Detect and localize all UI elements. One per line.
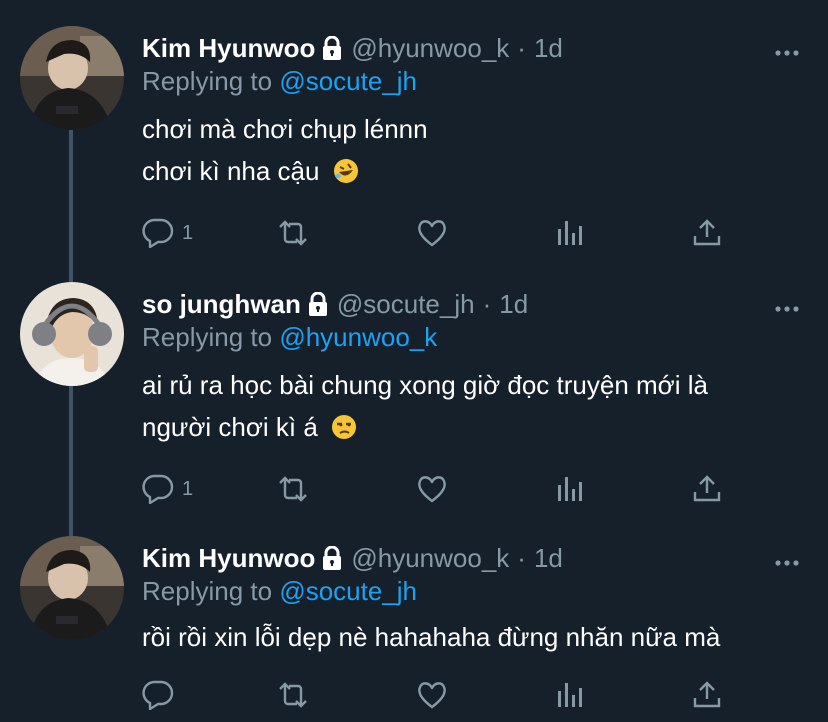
retweet-icon [276,681,310,709]
author-handle[interactable]: @hyunwoo_k [351,33,509,64]
like-button[interactable] [416,678,448,712]
unamused-face-emoji-icon [331,414,357,447]
tweet-actions: 1 [142,216,742,250]
avatar[interactable] [20,282,124,386]
share-icon [692,474,722,504]
analytics-button[interactable] [556,678,584,712]
share-icon [692,218,722,248]
more-icon[interactable] [774,300,800,312]
analytics-button[interactable] [556,472,584,506]
replying-to: Replying to @hyunwoo_k [142,322,437,353]
more-icon[interactable] [774,44,800,56]
tweet-text-line: người chơi kì á [142,412,357,447]
reply-count: 1 [182,221,194,244]
replying-to-label: Replying to [142,576,273,606]
avatar[interactable] [20,536,124,640]
like-button[interactable] [416,216,448,250]
tweet-text: người chơi kì á [142,412,318,442]
timestamp[interactable]: 1d [534,33,563,64]
tweet-text-line: ai rủ ra học bài chung xong giờ đọc truy… [142,370,708,400]
replying-to-label: Replying to [142,322,273,352]
replying-to-mention[interactable]: @socute_jh [279,66,417,96]
share-icon [692,680,722,710]
analytics-icon [556,681,584,709]
replying-to-mention[interactable]: @socute_jh [279,576,417,606]
tweet-text-line: chơi kì nha cậu [142,156,359,191]
reply-icon [142,218,174,248]
tweet[interactable]: Kim Hyunwoo @hyunwoo_k · 1d Replying to … [0,0,828,270]
reply-icon [142,474,174,504]
replying-to: Replying to @socute_jh [142,66,417,97]
tweet-actions [142,678,742,712]
like-button[interactable] [416,472,448,506]
like-icon [416,680,448,710]
separator-dot: · [517,32,526,63]
avatar[interactable] [20,26,124,130]
tweet[interactable]: so junghwan @socute_jh · 1d Replying to … [0,256,828,526]
more-icon[interactable] [774,554,800,566]
retweet-icon [276,219,310,247]
separator-dot: · [482,288,492,319]
timestamp[interactable]: 1d [499,289,528,320]
rolling-laughing-emoji-icon [333,158,359,191]
reply-button[interactable]: 1 [142,472,193,506]
author-name[interactable]: Kim Hyunwoo [142,543,315,574]
reply-count: 1 [182,477,194,500]
conversation-thread: Kim Hyunwoo @hyunwoo_k · 1d Replying to … [0,0,828,722]
tweet[interactable]: Kim Hyunwoo @hyunwoo_k · 1d Replying to … [0,510,828,722]
share-button[interactable] [692,472,722,506]
timestamp[interactable]: 1d [534,543,563,574]
reply-button[interactable] [142,678,182,712]
lock-icon [307,291,329,316]
analytics-icon [556,219,584,247]
replying-to-mention[interactable]: @hyunwoo_k [279,322,437,352]
tweet-actions: 1 [142,472,742,506]
tweet-text-line: chơi mà chơi chụp lénnn [142,114,428,144]
retweet-button[interactable] [276,678,310,712]
tweet-text: chơi kì nha cậu [142,156,320,186]
tweet-text-line: rồi rồi xin lỗi dẹp nè hahahaha đừng nhă… [142,622,721,652]
author-handle[interactable]: @socute_jh [337,289,475,320]
share-button[interactable] [692,678,722,712]
like-icon [416,474,448,504]
retweet-button[interactable] [276,216,310,250]
author-handle[interactable]: @hyunwoo_k [351,543,509,574]
analytics-icon [556,475,584,503]
retweet-icon [276,475,310,503]
reply-icon [142,680,174,710]
reply-button[interactable]: 1 [142,216,193,250]
separator-dot: · [517,542,526,573]
author-name[interactable]: Kim Hyunwoo [142,33,315,64]
share-button[interactable] [692,216,722,250]
lock-icon [321,35,343,60]
author-name[interactable]: so junghwan [142,289,301,320]
replying-to-label: Replying to [142,66,273,96]
lock-icon [321,545,343,570]
analytics-button[interactable] [556,216,584,250]
retweet-button[interactable] [276,472,310,506]
replying-to: Replying to @socute_jh [142,576,417,607]
like-icon [416,218,448,248]
